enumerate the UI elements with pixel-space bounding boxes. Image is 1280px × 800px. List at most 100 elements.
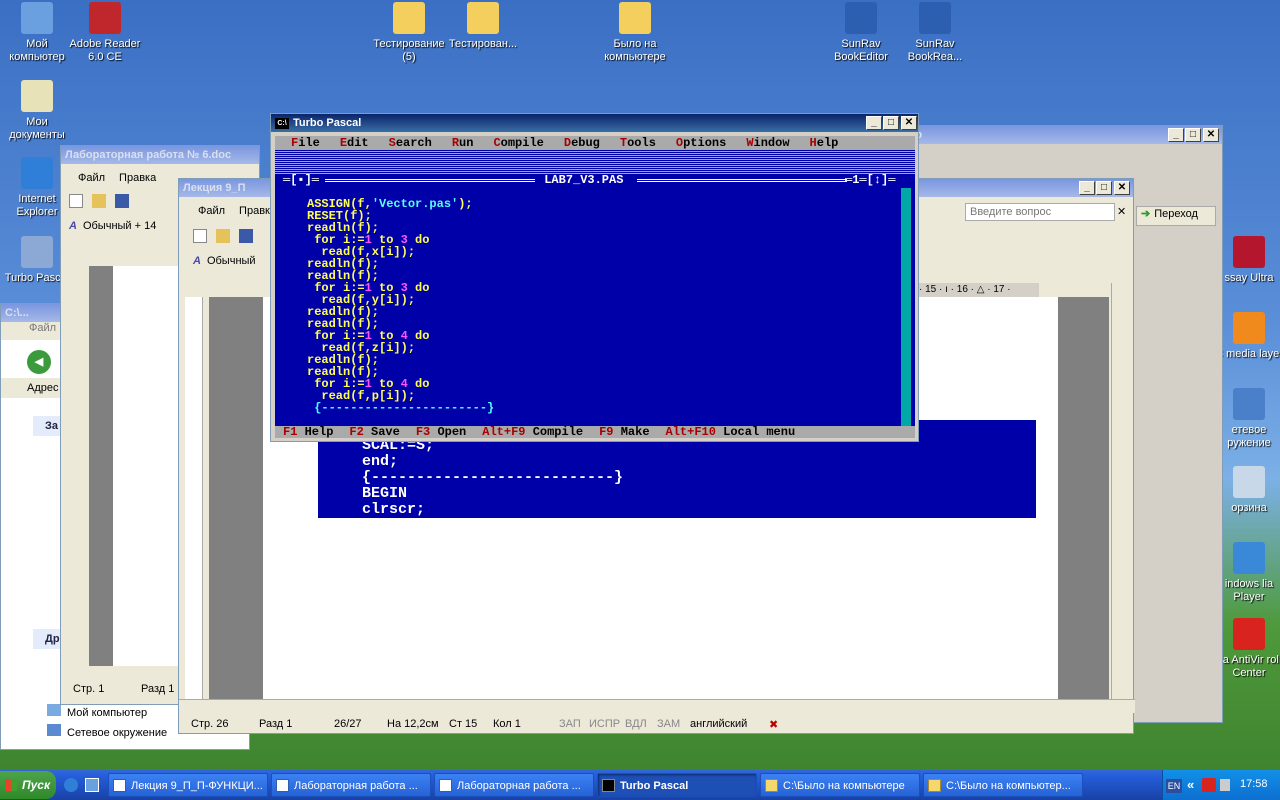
- turbo-title: Turbo Pascal: [293, 117, 362, 129]
- start-button[interactable]: Пуск: [0, 771, 56, 799]
- taskbar-button[interactable]: C:\Было на компьютере: [760, 773, 920, 797]
- ie-quicklaunch-icon[interactable]: [64, 778, 78, 792]
- dos-screen[interactable]: File Edit Search Run Compile Debug Tools Option…: [275, 136, 915, 438]
- desktop-shortcut[interactable]: Было на компьютере: [598, 2, 672, 64]
- turbo-menu-options[interactable]: Options: [676, 136, 726, 150]
- styles-icon[interactable]: A: [69, 220, 77, 232]
- desktop-quicklaunch-icon[interactable]: [85, 778, 99, 792]
- desktop-shortcut[interactable]: Мой компьютер: [0, 2, 74, 64]
- turbo-status-item[interactable]: Alt+F10 Local menu: [666, 425, 796, 439]
- turbo-pascal-shortcut-icon: [21, 236, 53, 268]
- desktop-shortcut[interactable]: SunRav BookRea...: [898, 2, 972, 64]
- turbo-menu-run[interactable]: Run: [452, 136, 474, 150]
- desktop-shortcut[interactable]: Adobe Reader 6.0 CE: [68, 2, 142, 64]
- close-button[interactable]: ✕: [1114, 181, 1130, 195]
- horizontal-scrollbar[interactable]: [179, 699, 1135, 713]
- turbo-status-item[interactable]: F9 Make: [599, 425, 649, 439]
- goto-button[interactable]: ➔ Переход: [1136, 206, 1216, 226]
- editor-scrollbar[interactable]: [901, 188, 911, 426]
- maximize-button[interactable]: □: [883, 116, 899, 130]
- status-trk[interactable]: ИСПР: [589, 718, 620, 730]
- close-button[interactable]: ✕: [1203, 128, 1219, 142]
- goto-label: Переход: [1154, 208, 1198, 220]
- taskbar-button[interactable]: Лекция 9_П_П-ФУНКЦИ...: [108, 773, 268, 797]
- taskbar-button[interactable]: Turbo Pascal: [597, 773, 757, 797]
- adobe-reader-icon: [89, 2, 121, 34]
- turbo-menu-help[interactable]: Help: [810, 136, 839, 150]
- turbo-status-item[interactable]: F2 Save: [349, 425, 399, 439]
- editor-filename: LAB7_V3.PAS: [537, 173, 631, 187]
- antivirus-tray-icon[interactable]: [1202, 778, 1216, 792]
- turbo-status-item[interactable]: F1 Help: [283, 425, 333, 439]
- desktop-shortcut-label: Было на компьютере: [604, 38, 666, 63]
- new-doc-icon[interactable]: [193, 229, 207, 243]
- desktop-shortcut[interactable]: SunRav BookEditor: [824, 2, 898, 64]
- turbo-menu-compile[interactable]: Compile: [493, 136, 543, 150]
- turbo-menu-debug[interactable]: Debug: [564, 136, 600, 150]
- desktop-shortcut[interactable]: Тестирование (5): [372, 2, 446, 64]
- desktop-shortcut[interactable]: Мои документы: [0, 80, 74, 142]
- explorer-menu-file[interactable]: Файл: [29, 322, 56, 334]
- status-rec[interactable]: ЗАП: [559, 718, 581, 730]
- minimize-button[interactable]: _: [1079, 181, 1095, 195]
- turbo-titlebar: C:\ Turbo Pascal: [271, 114, 918, 132]
- desktop-shortcut[interactable]: Тестирован...: [446, 2, 520, 51]
- style-select[interactable]: Обычный + 14: [83, 220, 156, 232]
- code-editor[interactable]: ASSIGN(f,'Vector.pas'); RESET(f); readln(f…: [307, 198, 494, 414]
- open-icon[interactable]: [216, 229, 231, 243]
- minimize-button[interactable]: _: [1168, 128, 1184, 142]
- minimize-button[interactable]: _: [866, 116, 882, 130]
- frame-right-text[interactable]: ═1═[↕]═: [845, 174, 895, 186]
- save-icon[interactable]: [239, 229, 254, 243]
- taskbar-button[interactable]: Лабораторная работа ...: [434, 773, 594, 797]
- maximize-button[interactable]: □: [1096, 181, 1112, 195]
- embedded-code-line: {---------------------------}: [362, 469, 624, 486]
- status-ext[interactable]: ВДЛ: [625, 718, 647, 730]
- taskbar-button-label: Лекция 9_П_П-ФУНКЦИ...: [131, 780, 263, 792]
- sound-tray-icon[interactable]: [1220, 779, 1230, 791]
- explorer-task-header[interactable]: За: [45, 420, 58, 432]
- turbo-menu-edit[interactable]: Edit: [340, 136, 369, 150]
- menu-edit[interactable]: Правк: [239, 205, 270, 217]
- spelling-icon[interactable]: ✖: [769, 718, 778, 731]
- turbo-menu-search[interactable]: Search: [389, 136, 432, 150]
- ask-close-icon[interactable]: ✕: [1117, 205, 1126, 218]
- status-section: Разд 1: [141, 683, 175, 695]
- turbo-menu-window[interactable]: Window: [746, 136, 789, 150]
- status-ovr[interactable]: ЗАМ: [657, 718, 680, 730]
- open-icon[interactable]: [92, 194, 107, 208]
- save-icon[interactable]: [115, 194, 130, 208]
- maximize-button[interactable]: □: [1185, 128, 1201, 142]
- back-arrow-icon[interactable]: ◀: [27, 350, 51, 374]
- taskbar-button[interactable]: Лабораторная работа ...: [271, 773, 431, 797]
- turbo-status-item[interactable]: F3 Open: [416, 425, 466, 439]
- ask-question-placeholder: Введите вопрос: [970, 206, 1052, 218]
- vertical-ruler[interactable]: [185, 297, 203, 699]
- frame-line: [637, 179, 847, 182]
- turbo-menu-tools[interactable]: Tools: [620, 136, 656, 150]
- new-doc-icon[interactable]: [69, 194, 83, 208]
- status-col: Кол 1: [493, 718, 521, 730]
- menu-edit[interactable]: Правка: [119, 172, 156, 184]
- language-indicator[interactable]: EN: [1166, 779, 1182, 793]
- taskbar-button[interactable]: C:\Было на компьютер...: [923, 773, 1083, 797]
- tray-expand-icon[interactable]: «: [1187, 777, 1194, 792]
- turbo-menu-file[interactable]: File: [291, 136, 320, 150]
- ask-question-box[interactable]: Введите вопрос: [965, 203, 1115, 221]
- word1-title: Лабораторная работа № 6.doc: [65, 149, 232, 161]
- horizontal-ruler[interactable]: · 15 · ı · 16 · △ · 17 ·: [919, 283, 1039, 297]
- turbo-status-item[interactable]: Alt+F9 Compile: [482, 425, 583, 439]
- folder-icon: [467, 2, 499, 34]
- turbo-pascal-window[interactable]: C:\ Turbo Pascal _ □ ✕ File Edit Search Run C…: [270, 113, 919, 442]
- vertical-scrollbar[interactable]: [1111, 283, 1129, 699]
- windows-logo-icon: [5, 779, 17, 791]
- menu-file[interactable]: Файл: [198, 205, 225, 217]
- styles-icon[interactable]: A: [193, 255, 201, 267]
- close-button[interactable]: ✕: [901, 116, 917, 130]
- style-select[interactable]: Обычный: [207, 255, 256, 267]
- clock[interactable]: 17:58: [1240, 778, 1268, 790]
- status-page: Стр. 1: [73, 683, 105, 695]
- window-frame-left[interactable]: ═[▪]═: [283, 174, 319, 186]
- menu-file[interactable]: Файл: [78, 172, 105, 184]
- explorer-other-header[interactable]: Др: [45, 633, 60, 645]
